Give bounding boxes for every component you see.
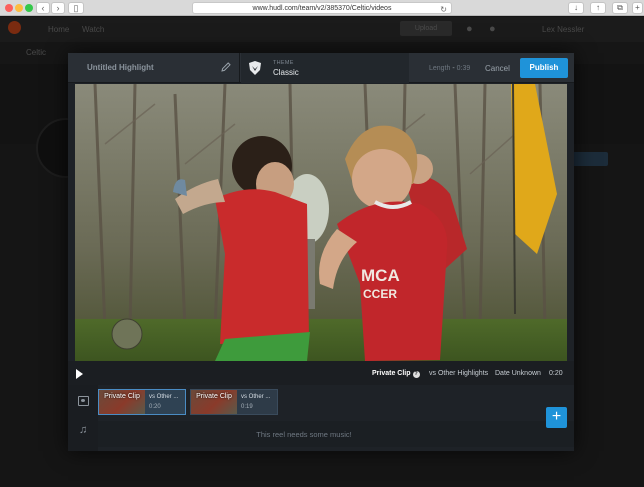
music-lane[interactable]: This reel needs some music! [98,421,574,447]
url-text: www.hudl.com/team/v2/385370/Celtic/video… [252,5,392,12]
theme-label: THEME [273,60,294,66]
background-action-button[interactable] [568,152,608,166]
title-field[interactable]: Untitled Highlight [68,53,240,83]
date-label: Date Unknown [495,370,541,377]
clip-duration: 0:19 [241,404,253,410]
duration-label: 0:20 [549,370,563,377]
timeline-icon-column: ♫ [68,385,98,451]
video-preview[interactable]: MCA CCER [75,84,567,361]
length-label: Length [429,65,451,72]
new-tab-button[interactable]: + [632,2,643,14]
svg-text:MCA: MCA [361,266,400,285]
clip-thumb-label: Private Clip [104,393,140,400]
film-icon [78,396,89,406]
clip-name: vs Other ... [149,394,179,400]
clip-type: Private Clip? [372,370,420,378]
notifications-icon[interactable]: ● [466,23,473,35]
sidebar-toggle-icon[interactable]: ▯ [68,2,84,14]
highlight-editor-modal: Untitled Highlight THEME Classic Length … [68,53,574,451]
clip-name: vs Other ... [241,394,271,400]
music-note-icon: ♫ [79,424,88,436]
address-bar[interactable]: www.hudl.com/team/v2/385370/Celtic/video… [192,2,452,14]
highlight-title[interactable]: Untitled Highlight [87,63,154,72]
clip-thumb-label: Private Clip [196,393,232,400]
play-icon[interactable] [76,369,83,379]
nav-watch[interactable]: Watch [82,25,104,34]
theme-value: Classic [273,68,299,77]
minimize-window-button[interactable] [15,4,23,12]
messages-icon[interactable]: ● [489,23,496,35]
add-clip-button[interactable]: + [546,407,567,428]
publish-button[interactable]: Publish [520,58,568,78]
player-controls: Private Clip? vs Other Highlights Date U… [68,361,574,385]
close-window-button[interactable] [5,4,13,12]
reload-icon[interactable]: ↻ [440,4,447,15]
pencil-icon[interactable] [220,61,232,73]
theme-selector[interactable]: THEME Classic [241,53,409,83]
share-icon[interactable]: ↑ [590,2,606,14]
user-menu[interactable]: Lex Nessler [542,25,584,34]
shield-icon [249,61,261,75]
clip-thumbnail: Private Clip [191,390,237,414]
editor-header: Untitled Highlight THEME Classic Length … [68,53,574,83]
cancel-button[interactable]: Cancel [485,64,510,73]
forward-button[interactable]: › [51,2,65,14]
timeline-clip[interactable]: Private Clip vs Other ... 0:19 [190,389,278,415]
timeline-clip[interactable]: Private Clip vs Other ... 0:20 [98,389,186,415]
svg-text:CCER: CCER [363,287,397,301]
browser-toolbar: ‹ › ▯ www.hudl.com/team/v2/385370/Celtic… [0,0,644,16]
opponent-label: vs Other Highlights [429,370,489,377]
team-name: Celtic [26,48,47,57]
help-icon[interactable]: ? [412,371,420,378]
zoom-window-button[interactable] [25,4,33,12]
clip-thumbnail: Private Clip [99,390,145,414]
upload-button[interactable]: Upload [400,21,452,36]
timeline: ♫ Private Clip vs Other ... 0:20 Private… [68,385,574,451]
music-placeholder: This reel needs some music! [256,430,352,439]
hudl-logo [8,21,21,34]
nav-home[interactable]: Home [48,25,69,34]
length-value: 0:39 [456,65,471,72]
clip-duration: 0:20 [149,404,161,410]
tabs-icon[interactable]: ⧉ [612,2,628,14]
downloads-icon[interactable]: ↓ [568,2,584,14]
back-button[interactable]: ‹ [36,2,50,14]
length-readout: Length - 0:39 [429,65,471,72]
clip-type-text: Private Clip [372,370,411,377]
